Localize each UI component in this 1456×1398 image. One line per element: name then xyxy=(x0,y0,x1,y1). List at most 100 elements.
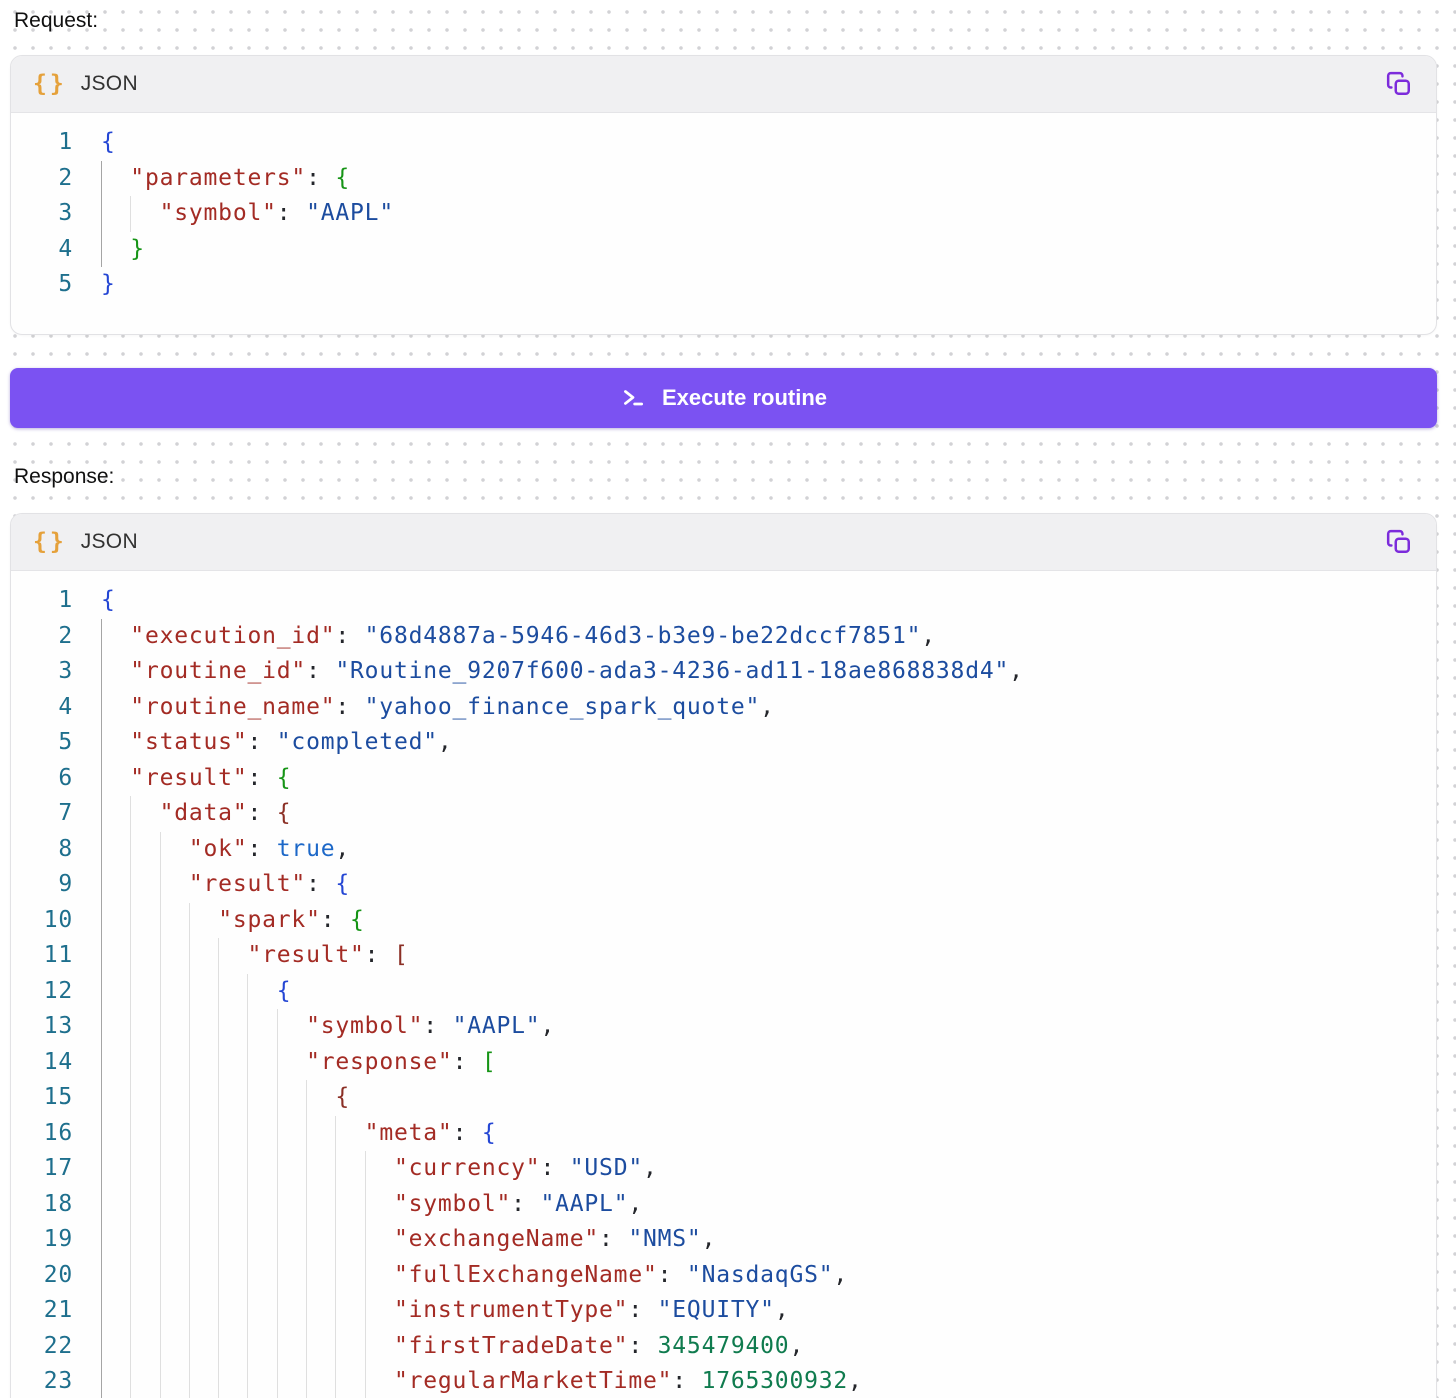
indent-guide xyxy=(277,1151,306,1187)
indent-guide xyxy=(335,1116,364,1152)
code-line: 1{ xyxy=(11,583,1436,619)
indent-guide xyxy=(160,832,189,868)
indent-guide xyxy=(335,1258,364,1294)
response-copy-button[interactable] xyxy=(1382,525,1416,559)
code-line: 16 "meta": { xyxy=(11,1116,1436,1152)
page: Request: {} JSON 1{2"parameters": {3"sym… xyxy=(0,0,1456,1398)
indent-guide xyxy=(160,1116,189,1152)
indent-guide xyxy=(160,1187,189,1223)
indent-guide xyxy=(101,690,130,726)
indent-guide xyxy=(130,938,159,974)
indent-guide xyxy=(160,867,189,903)
indent-guide xyxy=(306,1080,335,1116)
indent-guide xyxy=(101,1116,130,1152)
request-label: Request: xyxy=(10,8,1437,33)
indent-guide xyxy=(189,1222,218,1258)
code-line-content: "parameters": { xyxy=(101,161,350,197)
response-code-block: {} JSON 1{2"execution_id": "68d4887a-594… xyxy=(10,513,1437,1398)
line-number: 21 xyxy=(11,1293,73,1329)
line-number: 11 xyxy=(11,938,73,974)
code-line-content: "firstTradeDate": 345479400, xyxy=(101,1329,804,1365)
indent-guide xyxy=(306,1151,335,1187)
indent-guide xyxy=(365,1364,394,1398)
indent-guide xyxy=(101,232,130,268)
indent-guide xyxy=(335,1151,364,1187)
code-line: 19"exchangeName": "NMS", xyxy=(11,1222,1436,1258)
indent-guide xyxy=(189,1258,218,1294)
indent-guide xyxy=(247,974,276,1010)
indent-guide xyxy=(101,1151,130,1187)
indent-guide xyxy=(101,1364,130,1398)
line-number: 5 xyxy=(11,725,73,761)
line-number: 16 xyxy=(11,1116,73,1152)
code-line: 14"response": [ xyxy=(11,1045,1436,1081)
indent-guide xyxy=(130,1080,159,1116)
code-line-content: } xyxy=(101,232,145,268)
code-line: 3"routine_id": "Routine_9207f600-ada3-42… xyxy=(11,654,1436,690)
indent-guide xyxy=(101,974,130,1010)
indent-guide xyxy=(101,619,130,655)
indent-guide xyxy=(101,654,130,690)
indent-guide xyxy=(101,903,130,939)
code-line: 13"symbol": "AAPL", xyxy=(11,1009,1436,1045)
line-number: 2 xyxy=(11,161,73,197)
indent-guide xyxy=(247,1329,276,1365)
line-number: 18 xyxy=(11,1187,73,1223)
line-number: 6 xyxy=(11,761,73,797)
code-language-label: JSON xyxy=(81,72,138,96)
indent-guide xyxy=(218,1080,247,1116)
indent-guide xyxy=(247,1080,276,1116)
indent-guide xyxy=(306,1222,335,1258)
indent-guide xyxy=(247,1045,276,1081)
indent-guide xyxy=(130,1187,159,1223)
code-line: 12{ xyxy=(11,974,1436,1010)
indent-guide xyxy=(247,1222,276,1258)
indent-guide xyxy=(160,1009,189,1045)
line-number: 15 xyxy=(11,1080,73,1116)
code-line: 11"result": [ xyxy=(11,938,1436,974)
indent-guide xyxy=(160,1080,189,1116)
indent-guide xyxy=(160,1222,189,1258)
code-line: 20"fullExchangeName": "NasdaqGS", xyxy=(11,1258,1436,1294)
line-number: 1 xyxy=(11,583,73,619)
code-language-label: JSON xyxy=(81,530,138,554)
code-line-content: "status": "completed", xyxy=(101,725,453,761)
indent-guide xyxy=(101,1045,130,1081)
line-number: 14 xyxy=(11,1045,73,1081)
indent-guide xyxy=(189,974,218,1010)
indent-guide xyxy=(130,1329,159,1365)
indent-guide xyxy=(306,1116,335,1152)
indent-guide xyxy=(160,974,189,1010)
indent-guide xyxy=(160,1151,189,1187)
indent-guide xyxy=(130,1151,159,1187)
execute-routine-button[interactable]: Execute routine xyxy=(10,368,1437,428)
line-number: 19 xyxy=(11,1222,73,1258)
code-line-content: "regularMarketTime": 1765300932, xyxy=(101,1364,863,1398)
indent-guide xyxy=(218,938,247,974)
code-line: 21"instrumentType": "EQUITY", xyxy=(11,1293,1436,1329)
indent-guide xyxy=(101,196,130,232)
indent-guide xyxy=(277,1080,306,1116)
code-line-content: "fullExchangeName": "NasdaqGS", xyxy=(101,1258,848,1294)
code-line-content: "symbol": "AAPL", xyxy=(101,1187,643,1223)
request-code-body: 1{2"parameters": {3"symbol": "AAPL"4}5} xyxy=(11,113,1436,323)
indent-guide xyxy=(130,1009,159,1045)
code-line-content: "meta": { xyxy=(101,1116,497,1152)
copy-icon xyxy=(1386,71,1412,97)
indent-guide xyxy=(101,832,130,868)
line-number: 22 xyxy=(11,1329,73,1365)
indent-guide xyxy=(277,1222,306,1258)
code-line-content: "spark": { xyxy=(101,903,365,939)
indent-guide xyxy=(189,1045,218,1081)
indent-guide xyxy=(130,867,159,903)
indent-guide xyxy=(247,1258,276,1294)
indent-guide xyxy=(306,1258,335,1294)
indent-guide xyxy=(247,1116,276,1152)
indent-guide xyxy=(277,1364,306,1398)
indent-guide xyxy=(101,938,130,974)
indent-guide xyxy=(277,1045,306,1081)
indent-guide xyxy=(335,1222,364,1258)
indent-guide xyxy=(160,1364,189,1398)
copy-icon xyxy=(1386,529,1412,555)
request-copy-button[interactable] xyxy=(1382,67,1416,101)
